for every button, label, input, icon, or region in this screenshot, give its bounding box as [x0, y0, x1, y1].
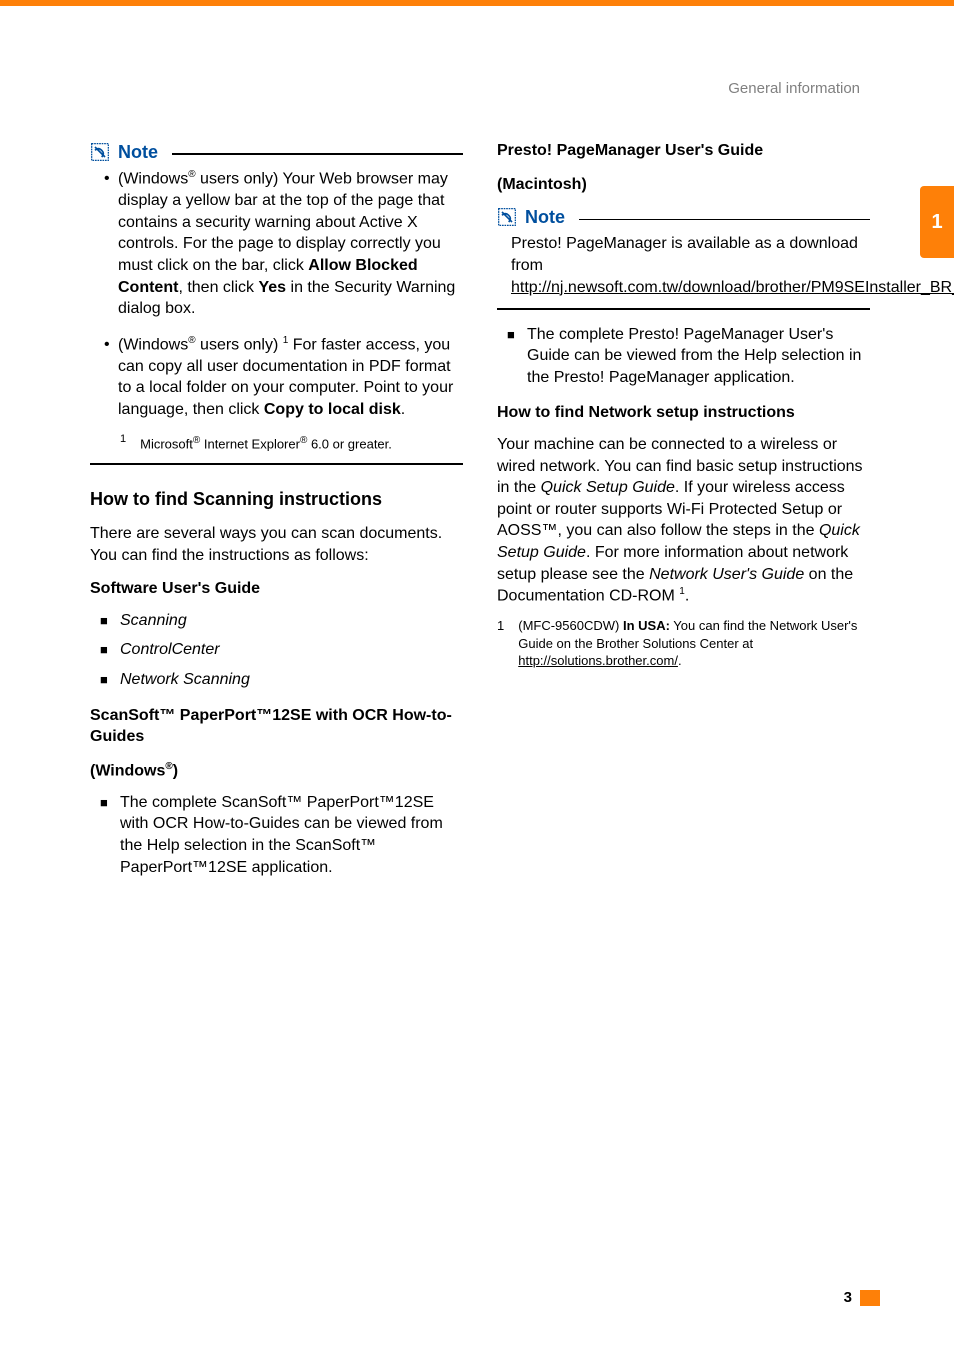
- note-icon: [497, 207, 517, 227]
- note-separator: [497, 308, 870, 309]
- list-item: Scanning: [100, 610, 463, 632]
- heading-software-guide: Software User's Guide: [90, 578, 463, 600]
- note-bullet-list: (Windows® users only) Your Web browser m…: [90, 168, 463, 420]
- left-column: Note (Windows® users only) Your Web brow…: [90, 140, 463, 886]
- note-rule: [579, 219, 870, 220]
- list-item: (Windows® users only) Your Web browser m…: [104, 168, 463, 319]
- page-number-area: 3: [844, 1289, 880, 1306]
- scan-paragraph: There are several ways you can scan docu…: [90, 523, 463, 566]
- header-section-title: General information: [728, 80, 860, 97]
- windows-label: (Windows®): [90, 760, 463, 782]
- page-number-tab: [860, 1290, 880, 1306]
- footnote-text: Microsoft® Internet Explorer® 6.0 or gre…: [140, 434, 392, 453]
- right-column: Presto! PageManager User's Guide (Macint…: [497, 140, 870, 886]
- network-paragraph: Your machine can be connected to a wirel…: [497, 434, 870, 607]
- heading-scanning: How to find Scanning instructions: [90, 487, 463, 511]
- heading-network: How to find Network setup instructions: [497, 402, 870, 424]
- list-item: ControlCenter: [100, 639, 463, 661]
- note-label: Note: [118, 140, 158, 164]
- footnote-number: 1: [120, 432, 126, 451]
- top-orange-bar: [0, 0, 954, 6]
- note-label: Note: [525, 205, 565, 229]
- chapter-tab: 1: [920, 186, 954, 258]
- list-item: The complete Presto! PageManager User's …: [507, 324, 870, 389]
- page-content: Note (Windows® users only) Your Web brow…: [90, 140, 870, 886]
- download-link[interactable]: http://nj.newsoft.com.tw/download/brothe…: [511, 279, 954, 296]
- scansoft-list: The complete ScanSoft™ PaperPort™12SE wi…: [90, 792, 463, 878]
- note-separator: [90, 463, 463, 464]
- list-item: (Windows® users only) 1 For faster acces…: [104, 334, 463, 421]
- footnote-1: 1 Microsoft® Internet Explorer® 6.0 or g…: [90, 434, 463, 453]
- note-para: Presto! PageManager is available as a do…: [511, 235, 858, 274]
- footnote-2: 1 (MFC-9560CDW) In USA: You can find the…: [497, 617, 870, 670]
- page-number: 3: [844, 1289, 852, 1306]
- note-body-right: Presto! PageManager is available as a do…: [497, 233, 870, 298]
- heading-presto: Presto! PageManager User's Guide: [497, 140, 870, 162]
- note-rule: [172, 153, 463, 154]
- heading-scansoft: ScanSoft™ PaperPort™12SE with OCR How-to…: [90, 705, 463, 748]
- footnote-number: 1: [497, 617, 504, 670]
- note-icon: [90, 142, 110, 162]
- note-header-left: Note: [90, 140, 463, 164]
- note-header-right: Note: [497, 205, 870, 229]
- presto-list: The complete Presto! PageManager User's …: [497, 324, 870, 389]
- list-item: The complete ScanSoft™ PaperPort™12SE wi…: [100, 792, 463, 878]
- software-list: Scanning ControlCenter Network Scanning: [90, 610, 463, 691]
- list-item: Network Scanning: [100, 669, 463, 691]
- solutions-link[interactable]: http://solutions.brother.com/: [518, 653, 678, 668]
- macintosh-label: (Macintosh): [497, 174, 870, 196]
- footnote-text: (MFC-9560CDW) In USA: You can find the N…: [518, 617, 870, 670]
